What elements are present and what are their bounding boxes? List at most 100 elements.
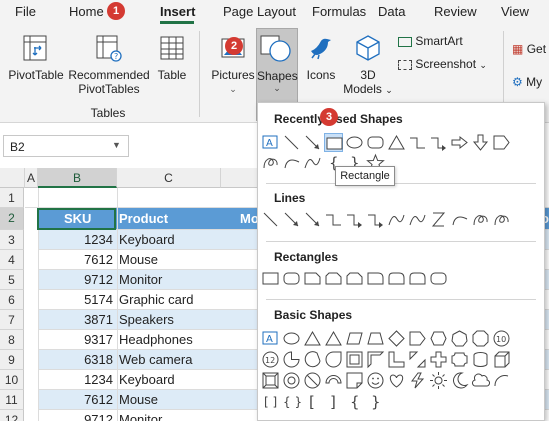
cell-sku[interactable]: 5174 [38,290,113,310]
column-header-b[interactable]: B [38,168,117,188]
cell-product[interactable]: Graphic card [119,290,193,310]
cube-shape-icon[interactable] [492,350,511,369]
rect-shape-icon[interactable] [324,133,343,152]
cell-sku[interactable]: 9712 [38,270,113,290]
tear-shape-icon[interactable] [324,350,343,369]
rrect-shape-icon[interactable] [429,269,448,288]
name-box-chevron-icon[interactable]: ▼ [112,140,121,150]
round2-shape-icon[interactable] [408,269,427,288]
cell-product[interactable]: Keyboard [119,230,175,250]
table-button[interactable]: Table [152,33,192,82]
moon-shape-icon[interactable] [450,371,469,390]
menu-file[interactable]: File [15,4,36,19]
column-header-a[interactable]: A [25,168,38,188]
bracketpair-shape-icon[interactable]: [ ] [261,392,280,411]
curve-shape-icon[interactable] [303,153,322,172]
heart-shape-icon[interactable] [387,371,406,390]
fold-shape-icon[interactable] [345,371,364,390]
row-header-10[interactable]: 10 [0,370,24,390]
arrow-shape-icon[interactable] [303,210,322,229]
cell-sku[interactable]: 9712 [38,410,113,421]
nosymbol-shape-icon[interactable] [303,371,322,390]
arrow-shape-icon[interactable] [282,210,301,229]
cloud-shape-icon[interactable] [471,371,491,390]
menu-page-layout[interactable]: Page Layout [223,4,296,19]
rbracket-shape-icon[interactable]: ] [324,392,343,411]
arcline-shape-icon[interactable] [492,371,511,390]
line-shape-icon[interactable] [261,210,280,229]
row-header-12[interactable]: 12 [0,410,24,421]
bevel-shape-icon[interactable] [261,371,280,390]
textbox-shape-icon[interactable]: A [261,133,280,152]
textbox-shape-icon[interactable]: A [261,329,280,348]
blockarc-shape-icon[interactable] [324,371,343,390]
lbracket-shape-icon[interactable]: [ [303,392,322,411]
pictures-chevron-icon[interactable]: ⌄ [209,82,257,96]
lshape-shape-icon[interactable] [387,350,406,369]
row-header-6[interactable]: 6 [0,290,24,310]
cell-sku[interactable]: 7612 [38,250,113,270]
line-shape-icon[interactable] [282,133,301,152]
select-all-corner[interactable] [0,168,25,188]
3d-models-button[interactable]: 3D Models ⌄ [343,33,393,97]
pie-shape-icon[interactable] [282,350,301,369]
trap-shape-icon[interactable] [366,329,385,348]
curve-shape-icon[interactable] [408,210,427,229]
elbowarr-shape-icon[interactable] [429,133,448,152]
halfframe-shape-icon[interactable] [366,350,385,369]
octagon-shape-icon[interactable] [471,329,490,348]
row-header-2[interactable]: 2 [0,208,24,230]
header-product[interactable]: Product [119,208,168,228]
plaque-shape-icon[interactable] [450,350,469,369]
menu-data[interactable]: Data [378,4,405,19]
oval-shape-icon[interactable] [345,133,364,152]
my-addins-button[interactable]: ⚙ My [512,75,549,89]
round1-shape-icon[interactable] [366,269,385,288]
menu-formulas[interactable]: Formulas [312,4,366,19]
elbow-shape-icon[interactable] [408,133,427,152]
cell-product[interactable]: Web camera [119,350,192,370]
row-header-7[interactable]: 7 [0,310,24,330]
smartart-button[interactable]: SmartArt [398,34,488,48]
menu-insert[interactable]: Insert [160,4,195,19]
curve-shape-icon[interactable] [387,210,406,229]
recommended-pivottables-button[interactable]: ? Recommended PivotTables [68,33,150,96]
tri-shape-icon[interactable] [303,329,322,348]
rrect-shape-icon[interactable] [366,133,385,152]
bolt-shape-icon[interactable] [408,371,427,390]
oval-shape-icon[interactable] [282,329,301,348]
row-header-1[interactable]: 1 [0,188,24,208]
cell-product[interactable]: Keyboard [119,370,175,390]
sun-shape-icon[interactable] [429,371,448,390]
smiley-shape-icon[interactable] [366,371,385,390]
darrow-shape-icon[interactable] [471,133,490,152]
row-header-5[interactable]: 5 [0,270,24,290]
pent-shape-icon[interactable] [492,133,511,152]
column-header-c[interactable]: C [117,168,221,188]
para-shape-icon[interactable] [345,329,364,348]
can-shape-icon[interactable] [471,350,490,369]
cell-product[interactable]: Mouse [119,390,158,410]
round2-shape-icon[interactable] [387,269,406,288]
column-header-d[interactable] [221,168,261,188]
rarrow-shape-icon[interactable] [450,133,469,152]
frame-shape-icon[interactable] [345,350,364,369]
3d-models-chevron-icon[interactable]: ⌄ [385,85,393,95]
row-header-11[interactable]: 11 [0,390,24,410]
cell-product[interactable]: Monitor [119,270,162,290]
scribble-shape-icon[interactable] [261,153,280,172]
circ12-shape-icon[interactable]: 12 [261,350,280,369]
chord-shape-icon[interactable] [303,350,322,369]
cell-sku[interactable]: 1234 [38,230,113,250]
screenshot-button[interactable]: Screenshot ⌄ [398,57,498,72]
cell-product[interactable]: Headphones [119,330,193,350]
scribble-shape-icon[interactable] [471,210,490,229]
brace-shape-icon[interactable]: { [345,392,364,411]
bracepair-shape-icon[interactable]: { } [282,392,302,411]
row-header-4[interactable]: 4 [0,250,24,270]
rbrace-shape-icon[interactable]: } [366,392,385,411]
snip2-shape-icon[interactable] [345,269,364,288]
menu-home[interactable]: Home [69,4,104,19]
arrow-shape-icon[interactable] [303,133,322,152]
get-addins-button[interactable]: ▦ Get [512,42,549,56]
